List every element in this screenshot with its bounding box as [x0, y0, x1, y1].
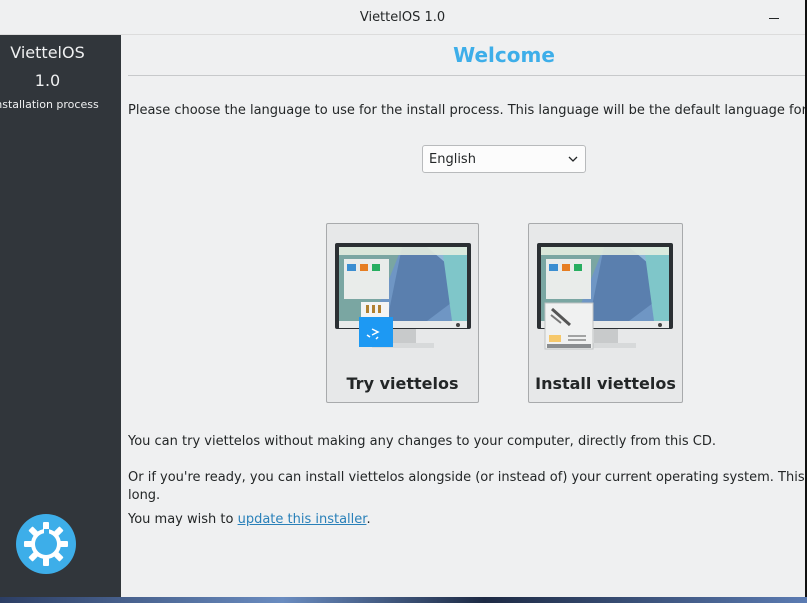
sidebar: ViettelOS 1.0 Installation process: [0, 35, 121, 597]
title-bar: ViettelOS 1.0: [0, 0, 805, 35]
update-note-suffix: .: [366, 512, 371, 527]
installer-window: ViettelOS 1.0 ViettelOS 1.0 Installation…: [0, 0, 805, 597]
monitor-harddisk-icon: [537, 243, 673, 350]
sidebar-version: 1.0: [34, 71, 61, 90]
window-title: ViettelOS 1.0: [359, 10, 446, 25]
try-button[interactable]: Try viettelos: [326, 223, 479, 403]
install-button-label: Install viettelos: [535, 374, 676, 393]
try-description: You can try viettelos without making any…: [128, 434, 717, 449]
kde-gear-logo-icon: [16, 514, 76, 574]
try-button-label: Try viettelos: [346, 374, 459, 393]
update-note: You may wish to update this installer.: [128, 512, 371, 527]
language-select[interactable]: English: [422, 145, 586, 173]
minimize-button[interactable]: [767, 8, 783, 24]
sidebar-product-name: ViettelOS: [10, 43, 85, 62]
install-description-line-2: long.: [128, 488, 161, 503]
language-select-value: English: [429, 152, 476, 167]
page-title: Welcome: [453, 43, 555, 67]
monitor-usb-icon: [335, 243, 471, 348]
welcome-page: Welcome Please choose the language to us…: [121, 35, 805, 597]
install-description-line-1: Or if you're ready, you can install viet…: [128, 470, 805, 485]
desktop-background-strip: [0, 597, 807, 603]
chevron-down-icon: [568, 156, 578, 162]
update-installer-link[interactable]: update this installer: [238, 512, 367, 527]
heading-divider: [128, 75, 805, 76]
language-prompt: Please choose the language to use for th…: [128, 103, 805, 118]
update-note-prefix: You may wish to: [128, 512, 238, 527]
sidebar-step-current: Installation process: [0, 98, 99, 111]
install-button[interactable]: Install viettelos: [528, 223, 683, 403]
